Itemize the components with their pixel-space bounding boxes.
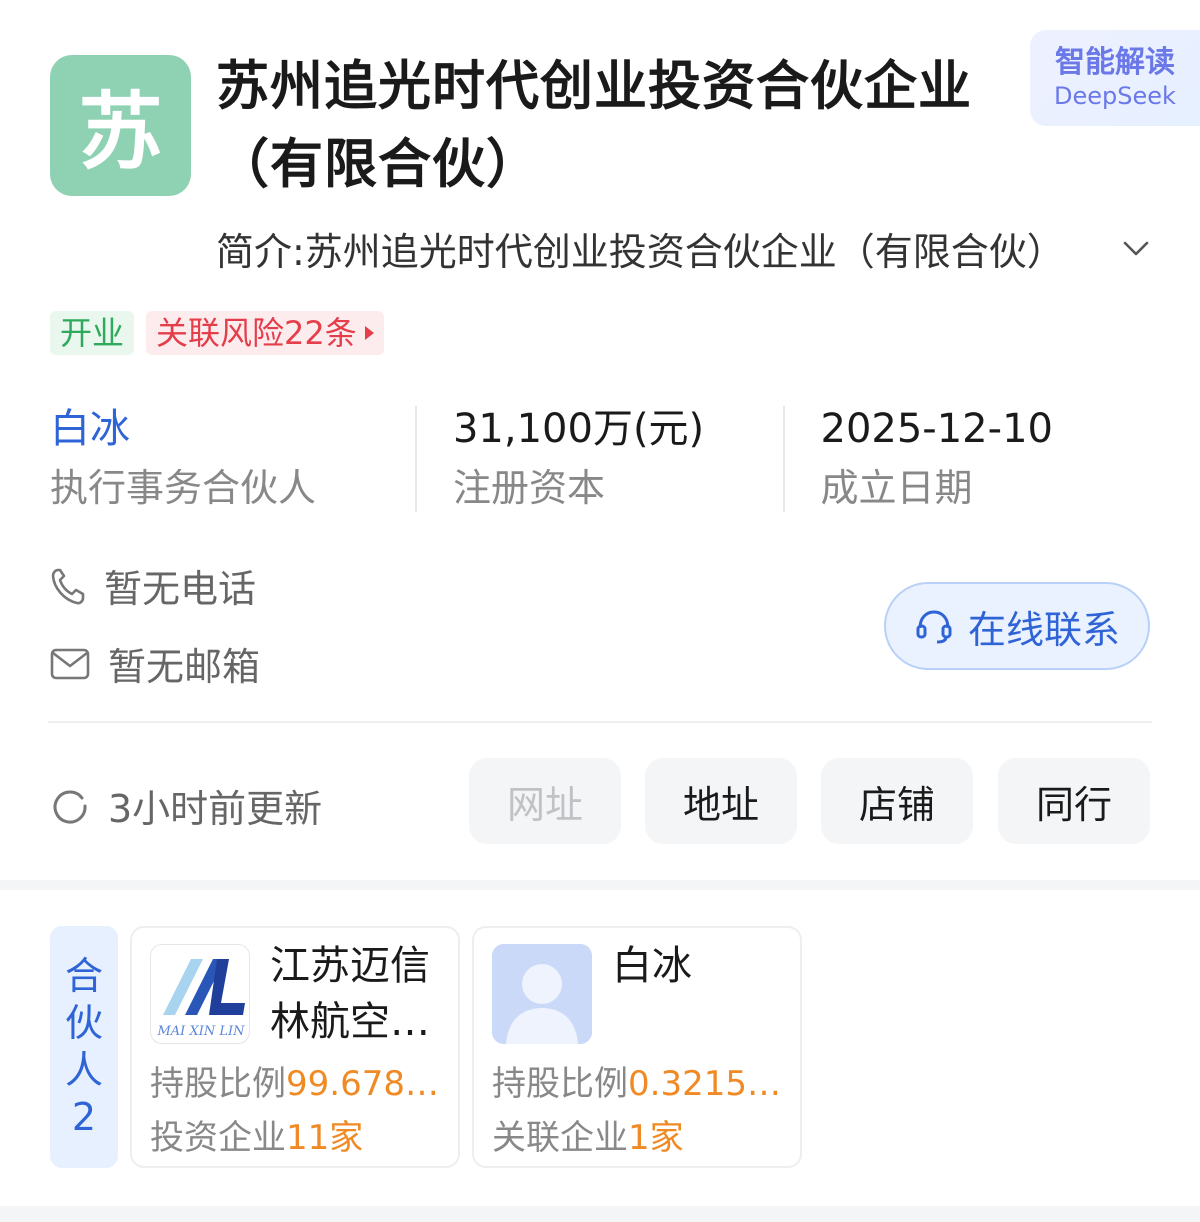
partner-card[interactable]: MAI XIN LIN 江苏迈信林航空科技股份有限公司 持股比例99.678… … [130, 926, 460, 1168]
mail-icon [50, 648, 90, 679]
risk-badge[interactable]: 关联风险22条 [146, 311, 384, 355]
update-status[interactable]: 3小时前更新 [50, 778, 322, 833]
partner-share-row: 持股比例0.3215… [492, 1056, 792, 1105]
update-text: 3小时前更新 [108, 787, 323, 831]
share-ratio-value: 0.3215… [628, 1064, 781, 1104]
stat-capital-value: 31,100万(元) [452, 406, 705, 452]
website-button[interactable]: 网址 [469, 758, 621, 844]
section-gap [0, 1206, 1200, 1222]
stat-partner-value[interactable]: 白冰 [50, 400, 415, 458]
company-intro[interactable]: 简介:苏州追光时代创业投资合伙企业（有限合伙） [216, 220, 1150, 276]
online-contact-label: 在线联系 [967, 607, 1120, 652]
stat-partner-label: 执行事务合伙人 [50, 466, 317, 510]
caret-right-icon [364, 326, 374, 340]
company-header-card: 苏 苏州追光时代创业投资合伙企业（有限合伙） 智能解读 DeepSeek 简介:… [0, 0, 1200, 880]
partner-name[interactable]: 江苏迈信林航空科技股份有限公司 [270, 938, 445, 1050]
email-row: 暂无邮箱 [50, 636, 260, 691]
peers-button-label: 同行 [1035, 782, 1112, 827]
stat-partner[interactable]: 白冰 执行事务合伙人 [50, 400, 415, 520]
refresh-icon [53, 790, 87, 824]
partner-logo: MAI XIN LIN [150, 944, 250, 1044]
partner-name[interactable]: 白冰 [612, 938, 787, 994]
address-button[interactable]: 地址 [645, 758, 797, 844]
section-gap [0, 880, 1200, 890]
related-companies-value: 1家 [628, 1118, 684, 1158]
related-companies-label: 关联企业 [492, 1118, 628, 1158]
partners-label-char: 人 [64, 1048, 103, 1092]
partners-count: 2 [71, 1095, 97, 1139]
ai-interpret-button[interactable]: 智能解读 DeepSeek [1030, 30, 1200, 126]
stat-capital: 31,100万(元) 注册资本 [414, 400, 783, 520]
share-ratio-label: 持股比例 [150, 1064, 286, 1104]
phone-icon [51, 568, 85, 604]
peers-button[interactable]: 同行 [998, 758, 1150, 844]
partners-section-label[interactable]: 合 伙 人 2 [50, 926, 118, 1168]
partner-name-text: 白冰 [612, 943, 692, 989]
key-stats: 白冰 执行事务合伙人 31,100万(元) 注册资本 2025-12-10 成立… [50, 400, 1150, 520]
partner-logo-text: MAI XIN LIN [156, 1024, 245, 1039]
ai-interpret-label: 智能解读 [1055, 45, 1175, 80]
partners-label-char: 伙 [64, 1001, 103, 1045]
risk-badge-label: 关联风险22条 [156, 314, 357, 352]
divider [48, 721, 1152, 723]
person-placeholder-icon [492, 944, 592, 1044]
company-logo: 苏 [50, 55, 191, 196]
company-logo-image: MAI XIN LIN [156, 959, 245, 1039]
website-button-label: 网址 [506, 782, 583, 827]
company-logo-char: 苏 [78, 83, 163, 181]
status-tags: 开业 关联风险22条 [50, 311, 384, 355]
chevron-down-icon [1123, 241, 1149, 256]
partner-name-text: 江苏迈信林航空科技股份有限公司 [270, 943, 430, 1045]
partner-related-row: 关联企业1家 [492, 1110, 792, 1159]
ai-provider-label: DeepSeek [1054, 82, 1176, 110]
stat-founded-label: 成立日期 [820, 466, 973, 510]
stat-capital-label: 注册资本 [452, 466, 605, 510]
company-name: 苏州追光时代创业投资合伙企业（有限合伙） [216, 56, 972, 195]
partner-card[interactable]: 白冰 持股比例0.3215… 关联企业1家 [472, 926, 802, 1168]
partner-share-row: 持股比例99.678… [150, 1056, 450, 1105]
share-ratio-label: 持股比例 [492, 1064, 628, 1104]
stat-founded-value: 2025-12-10 [820, 406, 1053, 452]
share-ratio-value: 99.678… [286, 1064, 439, 1104]
stat-founded: 2025-12-10 成立日期 [782, 400, 1151, 520]
store-button-label: 店铺 [858, 782, 935, 827]
online-contact-button[interactable]: 在线联系 [884, 582, 1150, 670]
address-button-label: 地址 [682, 782, 759, 827]
store-button[interactable]: 店铺 [821, 758, 973, 844]
phone-row: 暂无电话 [50, 558, 256, 613]
invested-companies-label: 投资企业 [150, 1118, 286, 1158]
invested-companies-value: 11家 [286, 1118, 364, 1158]
status-badge: 开业 [50, 311, 135, 355]
person-avatar [492, 944, 592, 1044]
email-text: 暂无邮箱 [108, 645, 261, 689]
phone-text: 暂无电话 [104, 567, 257, 611]
partners-label-char: 合 [64, 954, 103, 998]
status-badge-label: 开业 [60, 314, 125, 352]
partner-invest-row: 投资企业11家 [150, 1110, 450, 1159]
headset-icon [916, 610, 952, 644]
company-intro-text: 简介:苏州追光时代创业投资合伙企业（有限合伙） [216, 229, 1065, 274]
